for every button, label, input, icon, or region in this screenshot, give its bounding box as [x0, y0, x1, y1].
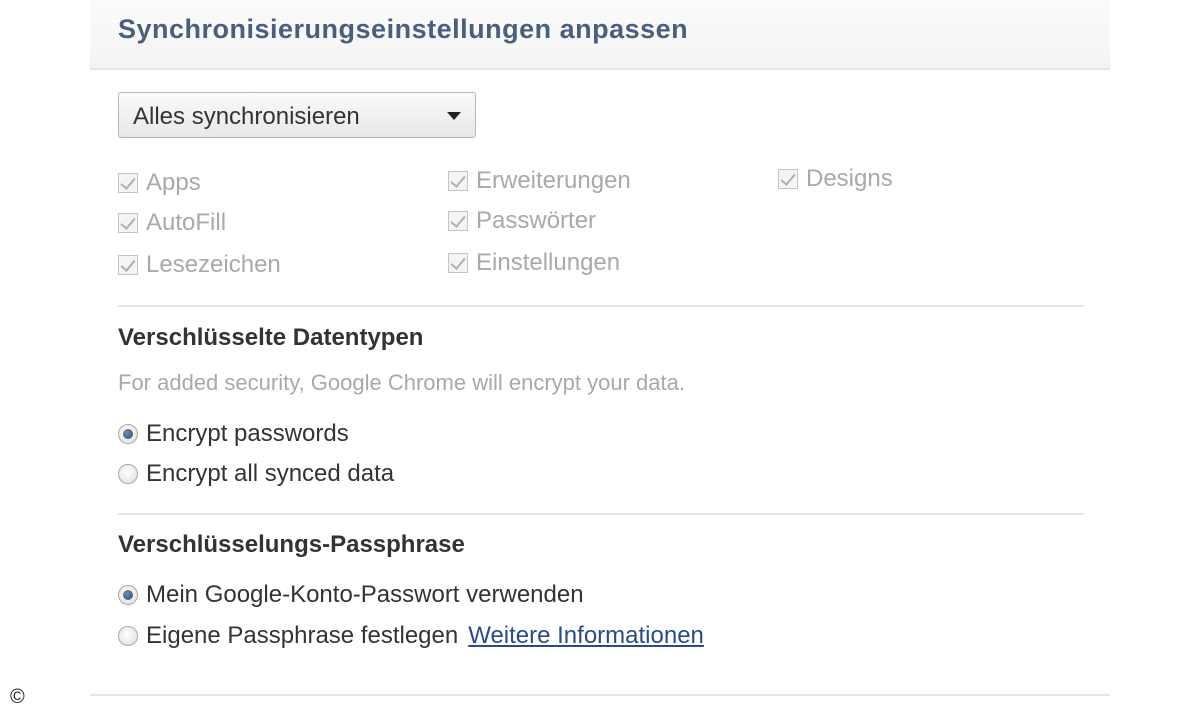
checkbox-checked-icon — [118, 213, 138, 233]
checkbox-checked-icon — [448, 253, 468, 273]
checkbox-lesezeichen[interactable]: Lesezeichen — [118, 250, 281, 280]
footer-divider — [90, 694, 1110, 696]
checkbox-label: Lesezeichen — [146, 251, 281, 278]
sync-settings-dialog: Synchronisierungseinstellungen anpassen … — [90, 0, 1110, 720]
radio-unselected-icon — [118, 626, 138, 646]
checkbox-passwoerter[interactable]: Passwörter — [448, 206, 596, 236]
sync-mode-select[interactable]: Alles synchronisieren — [118, 92, 476, 138]
radio-label: Mein Google-Konto-Passwort verwenden — [146, 581, 584, 608]
checkbox-einstellungen[interactable]: Einstellungen — [448, 248, 620, 278]
sync-mode-select-value: Alles synchronisieren — [133, 103, 360, 130]
copyright-icon: © — [10, 686, 25, 708]
checkbox-designs[interactable]: Designs — [778, 164, 893, 194]
radio-label: Eigene Passphrase festlegen — [146, 622, 459, 649]
checkbox-checked-icon — [118, 173, 138, 193]
checkbox-checked-icon — [448, 171, 468, 191]
radio-unselected-icon — [118, 464, 138, 484]
radio-selected-icon — [118, 424, 138, 444]
checkbox-label: AutoFill — [146, 209, 227, 236]
encrypted-datatypes-title: Verschlüsselte Datentypen — [118, 324, 424, 351]
section-divider — [118, 513, 1084, 515]
radio-encrypt-passwords[interactable]: Encrypt passwords — [118, 419, 349, 449]
more-info-link[interactable]: Weitere Informationen — [468, 622, 704, 650]
checkbox-label: Apps — [146, 169, 201, 196]
radio-custom-passphrase[interactable]: Eigene Passphrase festlegen Weitere Info… — [118, 621, 704, 651]
checkbox-erweiterungen[interactable]: Erweiterungen — [448, 166, 631, 196]
checkbox-label: Passwörter — [476, 207, 597, 234]
checkbox-label: Designs — [806, 165, 893, 192]
dialog-header: Synchronisierungseinstellungen anpassen — [90, 0, 1110, 70]
radio-selected-icon — [118, 585, 138, 605]
chevron-down-icon — [447, 112, 461, 120]
encrypted-datatypes-description: For added security, Google Chrome will e… — [118, 370, 685, 395]
checkbox-checked-icon — [778, 169, 798, 189]
passphrase-title: Verschlüsselungs-Passphrase — [118, 531, 465, 558]
checkbox-label: Einstellungen — [476, 249, 621, 276]
checkbox-checked-icon — [448, 211, 468, 231]
checkbox-checked-icon — [118, 255, 138, 275]
radio-label: Encrypt all synced data — [146, 460, 395, 487]
radio-label: Encrypt passwords — [146, 420, 349, 447]
section-divider — [118, 305, 1084, 307]
radio-use-google-password[interactable]: Mein Google-Konto-Passwort verwenden — [118, 580, 584, 610]
radio-encrypt-all[interactable]: Encrypt all synced data — [118, 459, 394, 489]
dialog-title: Synchronisierungseinstellungen anpassen — [118, 14, 689, 44]
checkbox-autofill[interactable]: AutoFill — [118, 208, 226, 238]
checkbox-apps[interactable]: Apps — [118, 168, 201, 198]
checkbox-label: Erweiterungen — [476, 167, 631, 194]
